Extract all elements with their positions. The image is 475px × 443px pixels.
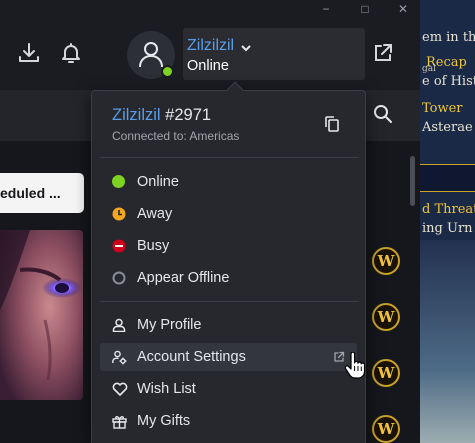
panel-text: e of Hist: [422, 74, 475, 89]
panel-text: gal: [422, 64, 437, 74]
menu-item-wish-list[interactable]: Wish List: [100, 375, 357, 403]
minimize-icon[interactable]: −: [318, 2, 334, 16]
heart-icon: [112, 382, 128, 396]
wow-logo-icon[interactable]: W: [372, 359, 400, 387]
panel-text: ing Urn: [422, 221, 473, 236]
panel-scenery: [420, 240, 475, 443]
panel-text: d Threat: [422, 202, 475, 217]
game-artwork[interactable]: [0, 230, 83, 400]
wow-logo-icon[interactable]: W: [372, 303, 400, 331]
person-icon: [112, 318, 126, 333]
gift-icon: [112, 414, 127, 429]
menu-item-label: My Gifts: [137, 413, 191, 429]
copy-icon[interactable]: [323, 115, 341, 138]
battletag: Zilzilzil #2971: [112, 106, 211, 125]
status-option-label: Appear Offline: [137, 270, 230, 286]
scheduled-notification-pill[interactable]: eduled ...: [0, 173, 84, 213]
account-menu-button[interactable]: Zilzilzil Online: [183, 28, 365, 80]
account-gear-icon: [112, 350, 127, 365]
close-icon[interactable]: ✕: [395, 2, 411, 16]
panel-text: Asterae: [422, 120, 473, 135]
status-option-appear-offline[interactable]: Appear Offline: [100, 264, 357, 292]
top-bar: − □ ✕ Zilzilzil Online: [0, 0, 420, 90]
scrollbar[interactable]: [407, 90, 417, 443]
status-option-label: Busy: [137, 238, 170, 254]
divider: [100, 301, 359, 302]
status-option-label: Online: [137, 174, 179, 190]
menu-item-my-gifts[interactable]: My Gifts: [100, 407, 357, 435]
battletag-number: #2971: [160, 106, 212, 124]
chevron-down-icon: [240, 40, 252, 58]
username: Zilzilzil: [187, 37, 235, 54]
away-clock-icon: [112, 207, 126, 221]
maximize-icon[interactable]: □: [357, 2, 373, 16]
current-status: Online: [187, 58, 229, 74]
menu-item-my-profile[interactable]: My Profile: [100, 311, 357, 339]
avatar[interactable]: [127, 31, 175, 79]
status-option-away[interactable]: Away: [100, 200, 357, 228]
external-link-icon[interactable]: [372, 42, 394, 69]
menu-item-label: Account Settings: [137, 349, 246, 365]
background-game-panel: em in th Recap gal e of Hist Tower Aster…: [420, 0, 475, 443]
online-status-dot: [161, 65, 174, 78]
busy-icon: [112, 239, 126, 253]
status-option-label: Away: [137, 206, 173, 222]
divider: [100, 157, 359, 158]
display-name: Zilzilzil: [112, 106, 161, 124]
download-icon[interactable]: [16, 40, 42, 66]
search-icon[interactable]: [372, 103, 394, 130]
scrollbar-thumb[interactable]: [410, 156, 415, 206]
menu-item-account-settings[interactable]: Account Settings: [100, 343, 357, 371]
offline-status-icon: [112, 271, 126, 285]
hand-cursor-icon: [344, 351, 366, 385]
status-option-online[interactable]: Online: [100, 168, 357, 196]
connection-region: Connected to: Americas: [112, 129, 240, 143]
menu-item-label: My Profile: [137, 317, 202, 333]
panel-text: Tower: [422, 101, 463, 116]
online-status-icon: [112, 175, 125, 188]
panel-band: [420, 164, 475, 192]
panel-text: em in th: [422, 30, 475, 45]
account-dropdown: Zilzilzil #2971 Connected to: Americas O…: [91, 81, 366, 443]
pill-label: eduled ...: [0, 185, 61, 201]
wow-logo-icon[interactable]: W: [372, 415, 400, 443]
status-option-busy[interactable]: Busy: [100, 232, 357, 260]
notifications-bell-icon[interactable]: [58, 40, 84, 66]
menu-item-label: Wish List: [137, 381, 196, 397]
wow-logo-icon[interactable]: W: [372, 247, 400, 275]
